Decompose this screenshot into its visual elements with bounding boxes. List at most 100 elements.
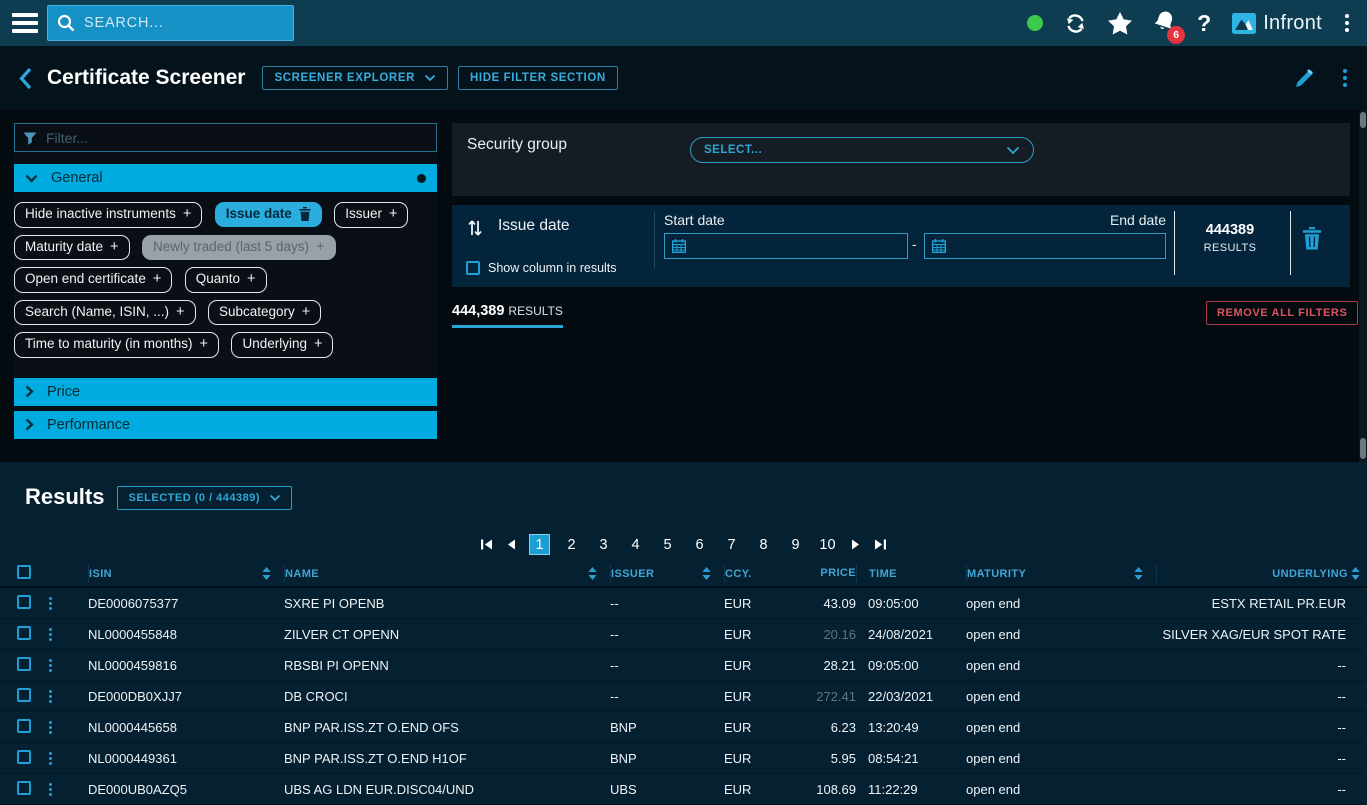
table-row[interactable]: NL0000449361 BNP PAR.ISS.ZT O.END H1OF B… [0,743,1367,774]
table-row[interactable]: DE000UB0AZQ5 UBS AG LDN EUR.DISC04/UND U… [0,774,1367,805]
results-count-label: RESULTS [1178,242,1282,254]
section-header-performance[interactable]: Performance [14,411,437,439]
favorites-star-icon[interactable] [1108,12,1132,35]
remove-all-filters-button[interactable]: REMOVE ALL FILTERS [1206,301,1358,325]
column-header-maturity[interactable]: MATURITY [966,565,1156,582]
column-header-name[interactable]: NAME [284,565,610,582]
brand-name: Infront [1263,12,1322,35]
security-group-select[interactable]: SELECT... [690,137,1034,163]
first-page-button[interactable] [479,537,494,552]
row-kebab-menu-icon[interactable] [43,721,57,734]
row-checkbox[interactable] [17,781,31,795]
next-page-button[interactable] [849,537,862,552]
filter-chip[interactable]: Open end certificate + [14,267,172,293]
selected-dropdown[interactable]: SELECTED (0 / 444389) [117,486,292,510]
column-header-price[interactable]: PRICE [790,567,856,579]
notifications-bell-icon[interactable]: 6 [1153,9,1176,38]
column-header-underlying[interactable]: UNDERLYING [1156,565,1367,582]
column-header-ccy[interactable]: CCY. [724,565,790,582]
last-page-button[interactable] [873,537,888,552]
column-header-time[interactable]: TIME [856,565,966,582]
filter-chip[interactable]: Underlying + [231,332,333,358]
filter-chip[interactable]: Issue date + [215,202,322,227]
row-kebab-menu-icon[interactable] [43,690,57,703]
row-kebab-menu-icon[interactable] [43,659,57,672]
row-checkbox[interactable] [17,657,31,671]
remove-filter-button[interactable] [1302,227,1322,253]
sort-icon[interactable] [1351,567,1360,580]
table-row[interactable]: NL0000459816 RBSBI PI OPENN -- EUR 28.21… [0,650,1367,681]
calendar-icon[interactable] [932,239,946,253]
filter-scrollbar[interactable] [1359,110,1367,462]
cell-isin: DE000DB0XJJ7 [88,689,284,704]
edit-pencil-icon[interactable] [1294,68,1315,89]
table-row[interactable]: DE0006075377 SXRE PI OPENB -- EUR 43.09 … [0,588,1367,619]
global-search-box[interactable] [47,5,294,41]
page-kebab-menu-icon[interactable] [1341,67,1349,89]
page-number[interactable]: 8 [753,534,774,555]
end-date-input[interactable] [924,233,1166,259]
trash-icon [1302,227,1322,250]
filter-chip[interactable]: Hide inactive instruments + [14,202,202,228]
row-kebab-menu-icon[interactable] [43,597,57,610]
page-number-label: 1 [535,537,543,553]
row-checkbox[interactable] [17,688,31,702]
section-header-price[interactable]: Price [14,378,437,406]
filter-chip[interactable]: Issuer + [334,202,408,228]
filter-chip[interactable]: Search (Name, ISIN, ...) + [14,300,196,326]
sort-order-icon[interactable] [467,218,483,238]
start-date-input[interactable] [664,233,908,259]
search-input[interactable] [82,14,271,32]
trash-icon[interactable] [299,207,311,221]
filter-chip[interactable]: Time to maturity (in months) + [14,332,219,358]
back-button[interactable] [18,67,32,90]
show-column-checkbox-row[interactable]: Show column in results [466,261,617,275]
refresh-icon[interactable] [1064,12,1087,35]
page-number[interactable]: 2 [561,534,582,555]
scrollbar-thumb[interactable] [1360,438,1366,459]
prev-page-button[interactable] [505,537,518,552]
table-row[interactable]: NL0000455848 ZILVER CT OPENN -- EUR 20.1… [0,619,1367,650]
column-header-issuer[interactable]: ISSUER [610,565,724,582]
sort-icon[interactable] [588,567,597,580]
page-number[interactable]: 7 [721,534,742,555]
checkbox[interactable] [466,261,480,275]
sort-icon[interactable] [262,567,271,580]
page-number[interactable]: 9 [785,534,806,555]
section-header-general[interactable]: General [14,164,437,192]
app-window: 6 ? Infront Certificate Screener SCREENE… [0,0,1367,805]
scrollbar-thumb[interactable] [1360,112,1366,128]
select-all-checkbox[interactable] [17,565,31,579]
row-checkbox[interactable] [17,626,31,640]
table-row[interactable]: NL0000445658 BNP PAR.ISS.ZT O.END OFS BN… [0,712,1367,743]
page-number-label: 3 [599,537,607,553]
column-header-isin[interactable]: ISIN [88,565,284,582]
calendar-icon[interactable] [672,239,686,253]
filter-chip[interactable]: Newly traded (last 5 days) + [142,235,336,261]
row-checkbox[interactable] [17,719,31,733]
sort-icon[interactable] [1134,567,1143,580]
page-number[interactable]: 4 [625,534,646,555]
topbar-kebab-menu-icon[interactable] [1343,12,1351,34]
page-number[interactable]: 3 [593,534,614,555]
table-row[interactable]: DE000DB0XJJ7 DB CROCI -- EUR 272.41 22/0… [0,681,1367,712]
hamburger-menu-icon[interactable] [12,13,38,33]
screener-explorer-dropdown[interactable]: SCREENER EXPLORER [262,66,448,90]
filter-chip[interactable]: Maturity date + [14,235,130,261]
page-number[interactable]: 1 [529,534,550,555]
row-kebab-menu-icon[interactable] [43,628,57,641]
page-number[interactable]: 6 [689,534,710,555]
filter-chip[interactable]: Quanto + [185,267,267,293]
row-kebab-menu-icon[interactable] [43,752,57,765]
help-icon[interactable]: ? [1197,12,1211,35]
row-kebab-menu-icon[interactable] [43,783,57,796]
row-checkbox[interactable] [17,595,31,609]
page-number[interactable]: 10 [817,534,838,555]
filter-chip[interactable]: Subcategory + [208,300,321,326]
filter-search-field[interactable] [14,123,437,152]
sort-icon[interactable] [702,567,711,580]
row-checkbox[interactable] [17,750,31,764]
hide-filter-section-button[interactable]: HIDE FILTER SECTION [458,66,618,90]
page-number[interactable]: 5 [657,534,678,555]
filter-input[interactable] [44,129,428,147]
